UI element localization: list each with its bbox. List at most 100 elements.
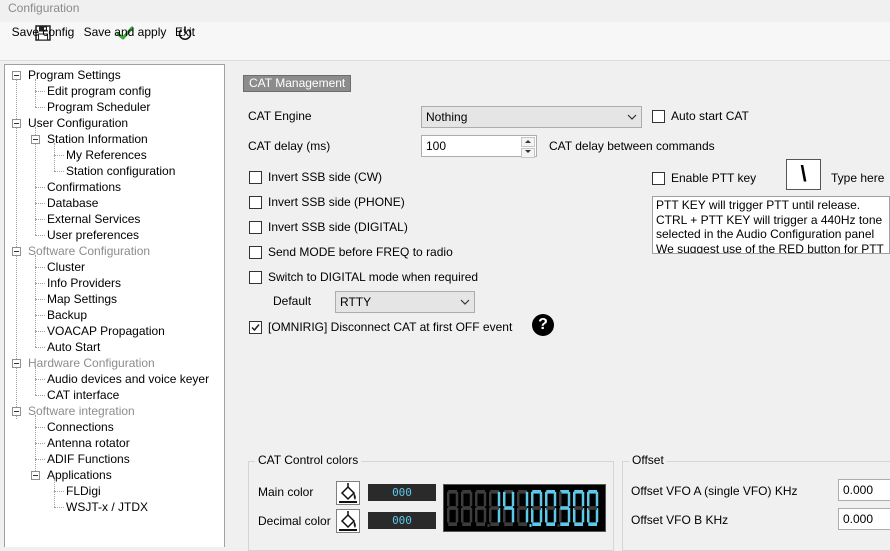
cat-delay-description: CAT delay between commands <box>549 139 715 153</box>
tree-item-voacap-propagation[interactable]: VOACAP Propagation <box>47 323 165 339</box>
tree-item-confirmations[interactable]: Confirmations <box>47 179 121 195</box>
switch-digital-checkbox[interactable] <box>249 271 262 284</box>
enable-ptt-key-label: Enable PTT key <box>671 171 757 185</box>
spin-up-icon[interactable] <box>521 137 535 147</box>
enable-ptt-key-checkbox[interactable] <box>652 172 665 185</box>
lcd-digit <box>461 490 473 526</box>
tree-item-software-integration[interactable]: Software integration <box>28 403 135 419</box>
settings-tree[interactable]: Program Settings Edit program config Pro… <box>4 64 225 547</box>
lcd-digit <box>503 490 515 526</box>
save-and-apply-button[interactable]: Save and apply <box>83 24 167 58</box>
tree-item-user-configuration[interactable]: User Configuration <box>28 115 128 131</box>
offset-vfo-b-input[interactable]: 0.000 <box>838 508 890 530</box>
paint-bucket-icon <box>339 483 357 503</box>
tree-item-applications[interactable]: Applications <box>47 467 112 483</box>
main-color-value: 000 <box>368 484 436 501</box>
ptt-key-field[interactable]: \ <box>786 159 821 190</box>
invert-ssb-cw-checkbox[interactable] <box>249 171 262 184</box>
lcd-digit <box>573 490 585 526</box>
tree-item-hardware-configuration[interactable]: Hardware Configuration <box>28 355 155 371</box>
tree-item-cat-interface[interactable]: CAT interface <box>47 387 119 403</box>
tree-item-fldigi[interactable]: FLDigi <box>66 483 101 499</box>
invert-ssb-cw-label: Invert SSB side (CW) <box>268 170 383 184</box>
ptt-info-box: PTT KEY will trigger PTT until release. … <box>652 196 890 254</box>
cat-delay-spinner[interactable]: 100 <box>421 135 537 158</box>
main-color-button[interactable] <box>336 481 360 505</box>
offset-vfo-b-value: 0.000 <box>843 512 874 526</box>
exit-label: Exit <box>174 25 195 39</box>
lcd-digit <box>587 490 599 526</box>
window-title: Configuration <box>8 1 80 15</box>
default-mode-value: RTTY <box>340 295 372 309</box>
tree-item-backup[interactable]: Backup <box>47 307 87 323</box>
tree-item-wsjt-jtdx[interactable]: WSJT-x / JTDX <box>66 499 148 515</box>
offset-group-title: Offset <box>629 453 667 467</box>
default-mode-select[interactable]: RTTY <box>335 291 475 313</box>
offset-group: Offset <box>622 453 890 551</box>
expand-collapse-icon[interactable] <box>31 471 40 480</box>
decimal-color-button[interactable] <box>336 509 360 533</box>
expand-collapse-icon[interactable] <box>12 407 21 416</box>
tree-item-station-configuration[interactable]: Station configuration <box>66 163 175 179</box>
expand-collapse-icon[interactable] <box>31 135 40 144</box>
section-title: CAT Management <box>243 75 352 92</box>
cat-delay-value: 100 <box>426 139 447 153</box>
exit-button[interactable]: Exit <box>172 24 198 58</box>
offset-vfo-a-input[interactable]: 0.000 <box>838 479 890 501</box>
cat-engine-label: CAT Engine <box>248 109 312 123</box>
expand-collapse-icon[interactable] <box>12 119 21 128</box>
expand-collapse-icon[interactable] <box>12 247 21 256</box>
tree-item-database[interactable]: Database <box>47 195 98 211</box>
help-icon[interactable]: ? <box>532 314 554 336</box>
lcd-decimal-point <box>529 524 532 527</box>
tree-item-program-scheduler[interactable]: Program Scheduler <box>47 99 150 115</box>
ptt-info-line: selected in the Audio Configuration pane… <box>656 227 875 241</box>
save-and-apply-label: Save and apply <box>83 25 167 39</box>
lcd-digit <box>545 490 557 526</box>
expand-collapse-icon[interactable] <box>12 71 21 80</box>
lcd-decimal-point <box>487 524 490 527</box>
cat-delay-label: CAT delay (ms) <box>248 139 331 153</box>
lcd-digit <box>531 490 543 526</box>
ptt-info-line: PTT KEY will trigger PTT until release. <box>656 198 861 212</box>
spin-down-icon[interactable] <box>521 148 535 158</box>
tree-item-auto-start[interactable]: Auto Start <box>47 339 100 355</box>
omnirig-disconnect-checkbox[interactable] <box>249 321 262 334</box>
default-mode-label: Default <box>273 294 312 308</box>
lcd-digit <box>559 490 571 526</box>
save-config-button[interactable]: Save config <box>10 24 76 58</box>
invert-ssb-phone-checkbox[interactable] <box>249 196 262 209</box>
tree-item-program-settings[interactable]: Program Settings <box>28 67 121 83</box>
tree-item-software-configuration[interactable]: Software Configuration <box>28 243 150 259</box>
cat-engine-value: Nothing <box>426 110 468 124</box>
send-mode-label: Send MODE before FREQ to radio <box>268 245 453 259</box>
cat-engine-select[interactable]: Nothing <box>421 106 642 128</box>
tree-item-cluster[interactable]: Cluster <box>47 259 85 275</box>
offset-vfo-a-value: 0.000 <box>843 483 874 497</box>
tree-item-my-references[interactable]: My References <box>66 147 147 163</box>
tree-item-edit-program-config[interactable]: Edit program config <box>47 83 151 99</box>
decimal-color-label: Decimal color <box>258 514 331 528</box>
ptt-info-line: CTRL + PTT KEY will trigger a 440Hz tone <box>656 212 883 227</box>
save-config-label: Save config <box>11 25 75 39</box>
tree-item-info-providers[interactable]: Info Providers <box>47 275 121 291</box>
type-here-label: Type here <box>831 171 885 185</box>
send-mode-checkbox[interactable] <box>249 246 262 259</box>
tree-item-adif-functions[interactable]: ADIF Functions <box>47 451 130 467</box>
auto-start-cat-checkbox[interactable] <box>652 110 665 123</box>
tree-item-external-services[interactable]: External Services <box>47 211 140 227</box>
chevron-down-icon <box>460 295 470 312</box>
lcd-digits <box>447 490 599 527</box>
expand-collapse-icon[interactable] <box>12 359 21 368</box>
auto-start-cat-label: Auto start CAT <box>671 109 749 123</box>
tree-item-antenna-rotator[interactable]: Antenna rotator <box>47 435 130 451</box>
checkmark-icon <box>251 324 260 332</box>
tree-item-user-preferences[interactable]: User preferences <box>47 227 139 243</box>
tree-item-connections[interactable]: Connections <box>47 419 114 435</box>
tree-item-map-settings[interactable]: Map Settings <box>47 291 117 307</box>
cat-control-colors-title: CAT Control colors <box>255 453 362 467</box>
tree-item-station-information[interactable]: Station Information <box>47 131 148 147</box>
tree-item-audio-devices[interactable]: Audio devices and voice keyer <box>47 371 209 387</box>
invert-ssb-digital-checkbox[interactable] <box>249 221 262 234</box>
lcd-digit <box>475 490 487 526</box>
